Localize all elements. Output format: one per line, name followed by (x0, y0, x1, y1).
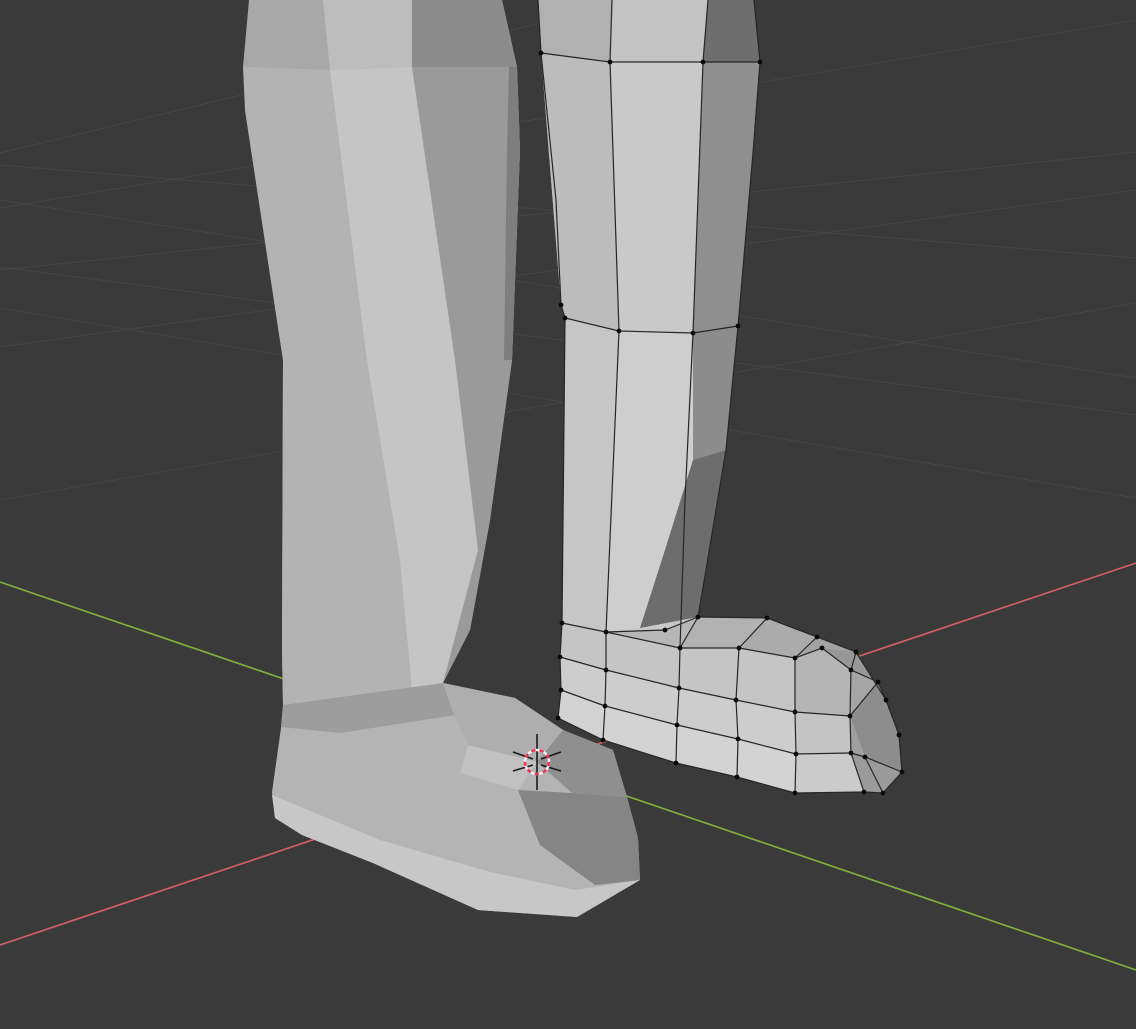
mesh-vertex[interactable] (736, 737, 741, 742)
mesh-vertex[interactable] (558, 655, 563, 660)
mesh-vertex[interactable] (848, 714, 853, 719)
mesh-vertex[interactable] (675, 723, 680, 728)
mesh-vertex[interactable] (701, 60, 706, 65)
mesh-vertex[interactable] (815, 635, 820, 640)
left-leg-bevel-center[interactable] (323, 0, 412, 70)
mesh-vertex[interactable] (862, 790, 867, 795)
mesh-vertex[interactable] (854, 650, 859, 655)
mesh-vertex[interactable] (563, 316, 568, 321)
mesh-vertex[interactable] (849, 668, 854, 673)
mesh-vertex[interactable] (884, 698, 889, 703)
viewport-canvas[interactable] (0, 0, 1136, 1029)
mesh-vertex[interactable] (793, 791, 798, 796)
right-leg-upper-band-center[interactable] (610, 0, 708, 62)
right-leg-mid-band-center[interactable] (610, 62, 703, 333)
mesh-vertex[interactable] (604, 630, 609, 635)
mesh-vertex[interactable] (604, 668, 609, 673)
mesh-vertex[interactable] (608, 60, 613, 65)
mesh-vertex[interactable] (663, 628, 668, 633)
mesh-vertex[interactable] (897, 733, 902, 738)
mesh-vertex[interactable] (678, 646, 683, 651)
mesh-vertex[interactable] (556, 716, 561, 721)
mesh-vertex[interactable] (674, 761, 679, 766)
mesh-vertex[interactable] (794, 752, 799, 757)
mesh-vertex[interactable] (863, 755, 868, 760)
mesh-vertex[interactable] (736, 324, 741, 329)
mesh-vertex[interactable] (559, 688, 564, 693)
mesh-vertex[interactable] (765, 616, 770, 621)
right-leg-upper-band-left[interactable] (538, 0, 612, 62)
mesh-vertex[interactable] (900, 770, 905, 775)
mesh-vertex[interactable] (793, 710, 798, 715)
mesh-vertex[interactable] (735, 775, 740, 780)
blender-3d-viewport[interactable] (0, 0, 1136, 1029)
mesh-vertex[interactable] (677, 686, 682, 691)
left-leg-bevel-right[interactable] (412, 0, 517, 67)
mesh-vertex[interactable] (737, 646, 742, 651)
mesh-vertex[interactable] (603, 704, 608, 709)
mesh-vertex[interactable] (560, 621, 565, 626)
mesh-vertex[interactable] (696, 615, 701, 620)
mesh-vertex[interactable] (691, 331, 696, 336)
mesh-vertex[interactable] (881, 791, 886, 796)
mesh-vertex[interactable] (793, 656, 798, 661)
mesh-vertex[interactable] (559, 303, 564, 308)
right-leg-upper-band-right[interactable] (703, 0, 760, 62)
mesh-vertex[interactable] (601, 738, 606, 743)
mesh-vertex[interactable] (758, 60, 763, 65)
mesh-vertex[interactable] (820, 646, 825, 651)
right-foot-toecol-q2[interactable] (795, 712, 851, 754)
left-leg-bevel-left[interactable] (243, 0, 330, 70)
mesh-vertex[interactable] (876, 680, 881, 685)
mesh-vertex[interactable] (617, 329, 622, 334)
mesh-vertex[interactable] (539, 51, 544, 56)
mesh-vertex[interactable] (849, 751, 854, 756)
mesh-vertex[interactable] (734, 698, 739, 703)
